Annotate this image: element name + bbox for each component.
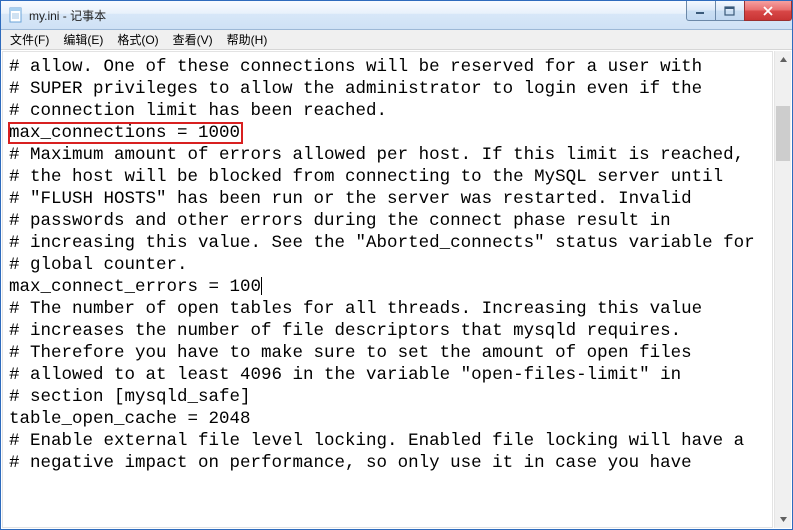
text-line: table_open_cache = 2048 (9, 408, 770, 430)
text-span: max_connect_errors = 100 (9, 277, 261, 297)
scroll-down-button[interactable] (775, 511, 791, 528)
text-line: # connection limit has been reached. (9, 100, 770, 122)
text-line: # allow. One of these connections will b… (9, 56, 770, 78)
text-line: # the host will be blocked from connecti… (9, 166, 770, 188)
text-line: max_connections = 1000 (9, 122, 770, 144)
scroll-thumb[interactable] (776, 106, 790, 161)
menu-help[interactable]: 帮助(H) (220, 29, 275, 50)
window-controls (687, 1, 792, 21)
text-line: # section [mysqld_safe] (9, 386, 770, 408)
text-cursor (261, 277, 262, 295)
scroll-up-button[interactable] (775, 51, 791, 68)
text-line: # passwords and other errors during the … (9, 210, 770, 232)
text-line: # negative impact on performance, so onl… (9, 452, 770, 474)
content-area: # allow. One of these connections will b… (1, 50, 792, 529)
text-line: # SUPER privileges to allow the administ… (9, 78, 770, 100)
text-line: # global counter. (9, 254, 770, 276)
menu-edit[interactable]: 编辑(E) (56, 29, 110, 50)
maximize-button[interactable] (715, 1, 745, 21)
notepad-icon (8, 7, 24, 23)
text-line: # increases the number of file descripto… (9, 320, 770, 342)
window-title: my.ini - 记事本 (29, 7, 106, 24)
vertical-scrollbar[interactable] (774, 51, 791, 528)
scroll-track[interactable] (775, 68, 791, 511)
text-line: # allowed to at least 4096 in the variab… (9, 364, 770, 386)
menubar: 文件(F) 编辑(E) 格式(O) 查看(V) 帮助(H) (1, 30, 792, 50)
menu-format[interactable]: 格式(O) (110, 29, 165, 50)
text-line: # Therefore you have to make sure to set… (9, 342, 770, 364)
text-line: # The number of open tables for all thre… (9, 298, 770, 320)
text-line: # Maximum amount of errors allowed per h… (9, 144, 770, 166)
minimize-button[interactable] (686, 1, 716, 21)
close-button[interactable] (744, 1, 792, 21)
menu-view[interactable]: 查看(V) (166, 29, 220, 50)
menu-file[interactable]: 文件(F) (3, 29, 56, 50)
text-line: max_connect_errors = 100 (9, 276, 770, 298)
text-line: # Enable external file level locking. En… (9, 430, 770, 452)
text-line: # "FLUSH HOSTS" has been run or the serv… (9, 188, 770, 210)
highlighted-text: max_connections = 1000 (9, 123, 242, 143)
text-line: # increasing this value. See the "Aborte… (9, 232, 770, 254)
titlebar[interactable]: my.ini - 记事本 (1, 1, 792, 30)
text-editor[interactable]: # allow. One of these connections will b… (2, 51, 773, 528)
